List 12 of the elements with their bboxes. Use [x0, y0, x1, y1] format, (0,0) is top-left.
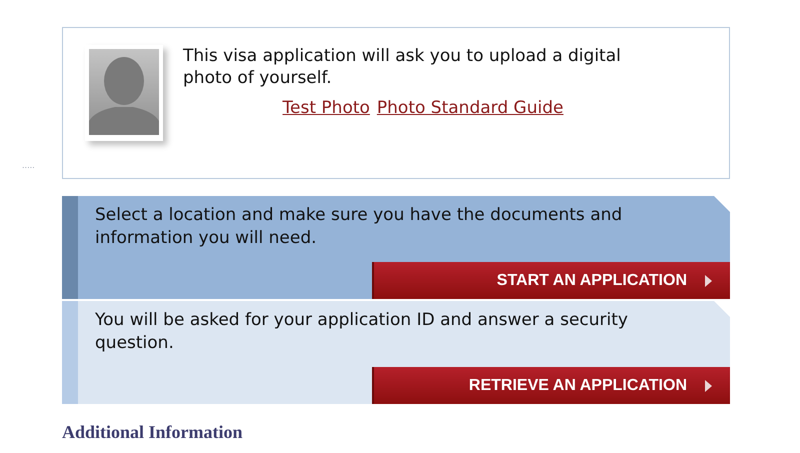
- photo-link[interactable]: Test Photo: [282, 97, 370, 119]
- additional-information-heading: Additional Information: [62, 421, 244, 444]
- panel-description: You will be asked for your application ID and answer a security question.: [94, 309, 629, 355]
- panel-description: Select a location and make sure you have the documents and information you will need.: [94, 204, 624, 250]
- photo-link[interactable]: Photo Standard Guide: [376, 97, 564, 119]
- photo-upload-notice: This visa application will ask you to upload a digital photo of yourself.: [183, 45, 622, 89]
- caret-right-icon: [705, 380, 712, 392]
- dotted-mark: .....: [22, 162, 35, 170]
- caret-right-icon: [705, 274, 712, 286]
- application-button[interactable]: RETRIEVE AN APPLICATION: [372, 367, 730, 404]
- application-button[interactable]: START AN APPLICATION: [372, 262, 730, 299]
- avatar-placeholder-icon: [85, 45, 163, 141]
